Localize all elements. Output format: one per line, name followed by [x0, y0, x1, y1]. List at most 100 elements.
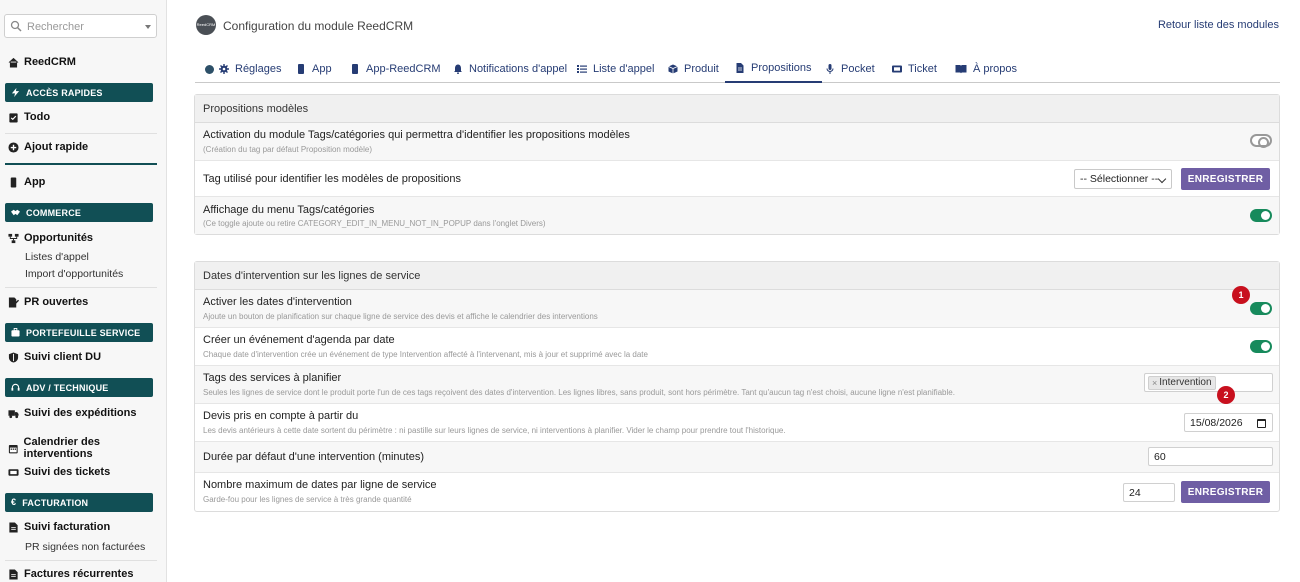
- sidebar-item-label: Calendrier des interventions: [23, 436, 100, 460]
- setting-label: Durée par défaut d'une intervention (min…: [203, 451, 425, 463]
- tag-label: Intervention: [1159, 377, 1212, 388]
- chevron-down-icon: [1157, 174, 1167, 184]
- date-input[interactable]: 15/08/2026: [1184, 413, 1273, 432]
- tab-reglages[interactable]: Réglages: [205, 55, 281, 83]
- sidebar: Rechercher ReedCRM ACCÈS RAPIDES Todo Aj…: [0, 0, 167, 582]
- tab-produit[interactable]: Produit: [668, 55, 719, 83]
- setting-description: Garde-fou pour les lignes de service à t…: [203, 495, 412, 504]
- tab-a-propos[interactable]: À propos: [955, 55, 1017, 83]
- sidebar-item-ajout-rapide[interactable]: Ajout rapide: [8, 141, 88, 153]
- tags-multiselect[interactable]: × Intervention: [1144, 373, 1273, 392]
- tab-liste-appel[interactable]: Liste d'appel: [577, 55, 654, 83]
- setting-row-menu-tags: Affichage du menu Tags/catégories (Ce to…: [195, 197, 1279, 234]
- tab-app[interactable]: App: [296, 55, 332, 83]
- setting-row-duree: Durée par défaut d'une intervention (min…: [195, 442, 1279, 473]
- sidebar-item-todo[interactable]: Todo: [8, 111, 50, 123]
- tab-label: Produit: [684, 63, 719, 75]
- gear-icon: [219, 64, 229, 74]
- duree-input[interactable]: 60: [1148, 447, 1273, 466]
- setting-description: Les devis antérieurs à cette date sorten…: [203, 426, 786, 435]
- sitemap-icon: [8, 233, 19, 243]
- save-button[interactable]: ENREGISTRER: [1181, 168, 1270, 190]
- tab-label: Réglages: [235, 63, 282, 75]
- home-icon: [8, 57, 19, 67]
- setting-label: Créer un événement d'agenda par date: [203, 334, 395, 346]
- evenement-agenda-toggle[interactable]: [1250, 340, 1272, 353]
- sidebar-item-app[interactable]: App: [8, 176, 45, 188]
- setting-label: Activation du module Tags/catégories qui…: [203, 129, 630, 141]
- tags-module-toggle[interactable]: [1250, 134, 1272, 148]
- file-invoice-icon: [9, 521, 18, 533]
- file-icon: [736, 63, 744, 73]
- sidebar-item-label: PR ouvertes: [24, 296, 89, 308]
- tab-pocket[interactable]: Pocket: [825, 55, 875, 83]
- tag-select[interactable]: -- Sélectionner --: [1074, 169, 1172, 189]
- sidebar-item-suivi-facturation[interactable]: Suivi facturation: [8, 521, 110, 533]
- tab-propositions[interactable]: Propositions: [725, 55, 822, 83]
- euro-icon: €: [11, 497, 17, 507]
- save-button[interactable]: ENREGISTRER: [1181, 481, 1270, 503]
- dot-icon: [205, 64, 214, 74]
- setting-description: Chaque date d'intervention crée un événe…: [203, 350, 648, 359]
- setting-label: Tag utilisé pour identifier les modèles …: [203, 173, 462, 185]
- setting-row-max-dates: Nombre maximum de dates par ligne de ser…: [195, 473, 1279, 511]
- setting-row-devis-date: Devis pris en compte à partir du Les dev…: [195, 404, 1279, 442]
- list-icon: [577, 65, 587, 73]
- sidebar-item-label: Todo: [24, 111, 51, 123]
- tab-label: Propositions: [751, 62, 812, 74]
- calendar-icon: [8, 444, 18, 453]
- sidebar-item-opportunites[interactable]: Opportunités: [8, 232, 93, 244]
- brand-label: ReedCRM: [24, 56, 76, 68]
- tab-app-reedcrm[interactable]: App-ReedCRM: [350, 55, 441, 83]
- tab-ticket[interactable]: Ticket: [892, 55, 937, 83]
- sidebar-item-suivi-tickets[interactable]: Suivi des tickets: [8, 466, 110, 478]
- sidebar-item-pr-ouvertes[interactable]: PR ouvertes: [8, 296, 88, 308]
- box-icon: [668, 64, 678, 74]
- bell-icon: [454, 64, 462, 74]
- tab-label: Pocket: [841, 63, 875, 75]
- max-dates-input[interactable]: 24: [1123, 483, 1175, 502]
- sidebar-subitem-pr-signees[interactable]: PR signées non facturées: [25, 541, 145, 553]
- sidebar-item-factures-recurrentes[interactable]: Factures récurrentes: [8, 568, 133, 580]
- section-label: COMMERCE: [26, 207, 82, 218]
- microphone-icon: [826, 64, 834, 74]
- tab-notifications-appel[interactable]: Notifications d'appel: [453, 55, 567, 83]
- setting-label: Tags des services à planifier: [203, 372, 342, 384]
- remove-tag-icon[interactable]: ×: [1152, 378, 1157, 388]
- activer-dates-toggle[interactable]: [1250, 302, 1272, 315]
- section-label: PORTEFEUILLE SERVICE: [26, 327, 141, 338]
- setting-label: Affichage du menu Tags/catégories: [203, 204, 375, 216]
- ticket-icon: [8, 468, 19, 476]
- clipboard-check-icon: [9, 112, 18, 123]
- back-to-modules-link[interactable]: Retour liste des modules: [1158, 19, 1279, 31]
- tab-label: Ticket: [908, 63, 937, 75]
- search-input[interactable]: Rechercher: [4, 14, 157, 38]
- sidebar-item-label: Suivi des expéditions: [24, 407, 137, 419]
- menu-tags-toggle[interactable]: [1250, 209, 1272, 222]
- sidebar-item-label: Suivi client DU: [24, 351, 102, 363]
- sidebar-item-calendrier[interactable]: Calendrier des interventions: [8, 436, 166, 460]
- sidebar-subitem-import-opportunites[interactable]: Import d'opportunités: [25, 268, 123, 280]
- divider: [5, 133, 157, 134]
- chevron-down-icon: [145, 25, 151, 29]
- handshake-icon: [11, 209, 20, 216]
- sidebar-item-suivi-expeditions[interactable]: Suivi des expéditions: [8, 407, 136, 419]
- sidebar-item-suivi-client[interactable]: Suivi client DU: [8, 351, 101, 363]
- setting-row-tag-modeles: Tag utilisé pour identifier les modèles …: [195, 161, 1279, 197]
- section-label: ACCÈS RAPIDES: [26, 87, 103, 98]
- sidebar-item-home[interactable]: ReedCRM: [8, 56, 76, 68]
- date-value: 15/08/2026: [1190, 416, 1243, 429]
- panel-title: Dates d'intervention sur les lignes de s…: [195, 262, 1279, 290]
- section-label: FACTURATION: [22, 497, 89, 508]
- section-adv-technique: ADV / TECHNIQUE: [5, 378, 153, 397]
- section-facturation: € FACTURATION: [5, 493, 153, 512]
- shield-icon: [8, 351, 19, 363]
- tab-label: App-ReedCRM: [366, 63, 441, 75]
- page-title: Configuration du module ReedCRM: [223, 19, 414, 33]
- mobile-icon: [10, 176, 17, 188]
- sidebar-subitem-listes-appel[interactable]: Listes d'appel: [25, 251, 89, 263]
- setting-row-activer-dates: Activer les dates d'intervention Ajoute …: [195, 290, 1279, 328]
- tab-label: À propos: [973, 63, 1018, 75]
- headset-icon: [11, 383, 20, 391]
- calendar-icon[interactable]: [1257, 419, 1266, 428]
